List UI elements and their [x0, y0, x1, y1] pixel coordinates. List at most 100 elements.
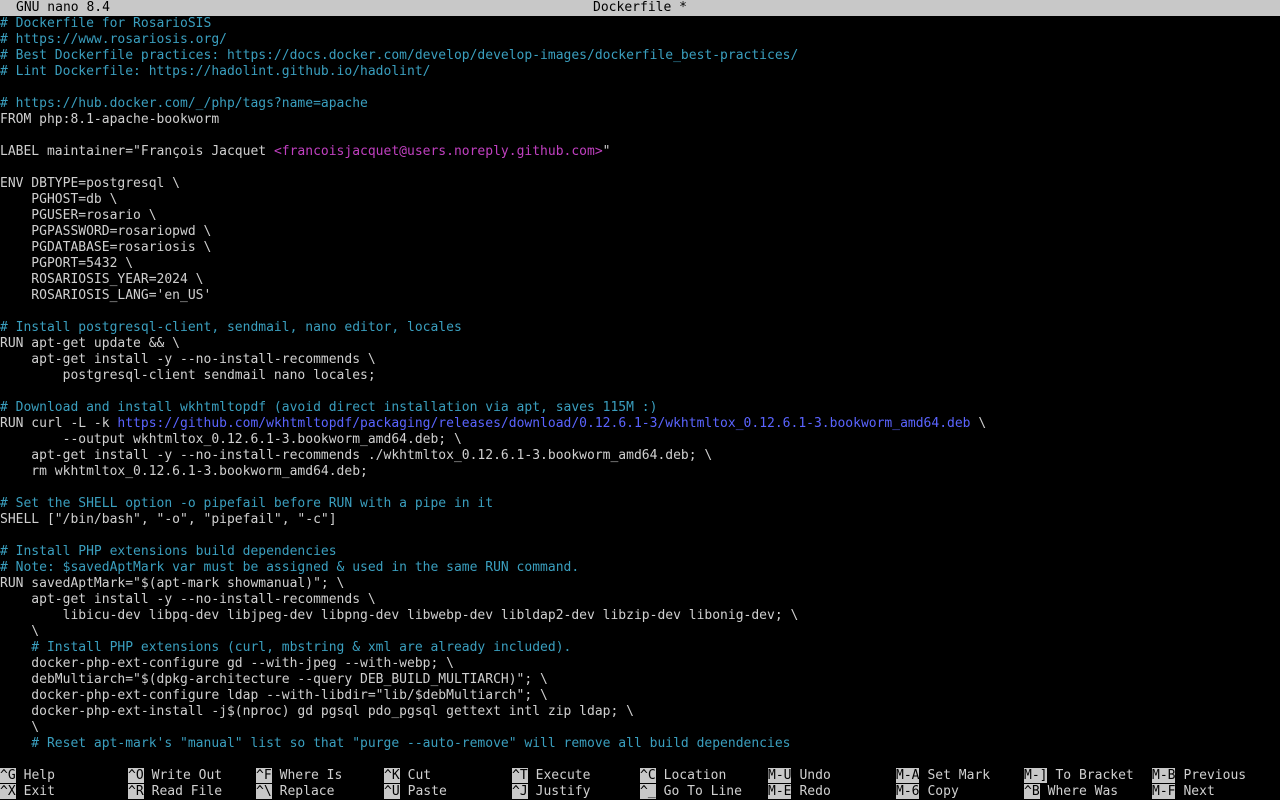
editor-line[interactable]: RUN apt-get update && \ — [0, 336, 1280, 352]
email-text: <francoisjacquet@users.noreply.github.co… — [273, 144, 603, 159]
shortcut-label: Next — [1183, 784, 1215, 799]
editor-line[interactable] — [0, 752, 1280, 768]
code-text: docker-php-ext-install -j$(nproc) gd pgs… — [0, 704, 634, 719]
editor-line[interactable]: docker-php-ext-configure gd --with-jpeg … — [0, 656, 1280, 672]
editor-line[interactable]: RUN savedAptMark="$(apt-mark showmanual)… — [0, 576, 1280, 592]
shortcut-set-mark[interactable]: M-A Set Mark — [896, 768, 990, 784]
code-text: postgresql-client sendmail nano locales; — [0, 368, 376, 383]
shortcut-label: Undo — [799, 768, 831, 783]
shortcut-label: Execute — [535, 768, 591, 783]
editor-line[interactable]: # Install PHP extensions build dependenc… — [0, 544, 1280, 560]
code-text: rm wkhtmltox_0.12.6.1-3.bookworm_amd64.d… — [0, 464, 368, 479]
editor-line[interactable]: postgresql-client sendmail nano locales; — [0, 368, 1280, 384]
editor-line[interactable] — [0, 384, 1280, 400]
shortcut-copy[interactable]: M-6 Copy — [896, 784, 959, 800]
url-text: https://github.com/wkhtmltopdf/packaging… — [117, 416, 971, 431]
code-text: PGDATABASE=rosariosis \ — [0, 240, 212, 255]
editor-line[interactable]: # Best Dockerfile practices: https://doc… — [0, 48, 1280, 64]
editor-line[interactable]: LABEL maintainer="François Jacquet <fran… — [0, 144, 1280, 160]
editor-line[interactable]: libicu-dev libpq-dev libjpeg-dev libpng-… — [0, 608, 1280, 624]
editor-line[interactable]: \ — [0, 624, 1280, 640]
shortcut-cut[interactable]: ^K Cut — [384, 768, 431, 784]
editor-line[interactable]: ROSARIOSIS_LANG='en_US' — [0, 288, 1280, 304]
editor-line[interactable] — [0, 528, 1280, 544]
shortcut-write-out[interactable]: ^O Write Out — [128, 768, 222, 784]
shortcut-replace[interactable]: ^\ Replace — [256, 784, 334, 800]
shortcut-where-was[interactable]: ^B Where Was — [1024, 784, 1118, 800]
shortcut-redo[interactable]: M-E Redo — [768, 784, 831, 800]
editor-line[interactable]: # Reset apt-mark's "manual" list so that… — [0, 736, 1280, 752]
shortcut-label: Where Was — [1047, 784, 1119, 799]
code-text: PGUSER=rosario \ — [0, 208, 157, 223]
editor-line[interactable]: ROSARIOSIS_YEAR=2024 \ — [0, 272, 1280, 288]
editor-line[interactable]: SHELL ["/bin/bash", "-o", "pipefail", "-… — [0, 512, 1280, 528]
editor-line[interactable]: apt-get install -y --no-install-recommen… — [0, 448, 1280, 464]
editor-line[interactable]: PGDATABASE=rosariosis \ — [0, 240, 1280, 256]
editor-line[interactable]: \ — [0, 720, 1280, 736]
title-bar: GNU nano 8.4 Dockerfile * — [0, 0, 1280, 16]
editor-line[interactable] — [0, 480, 1280, 496]
editor-line[interactable]: apt-get install -y --no-install-recommen… — [0, 352, 1280, 368]
editor-line[interactable]: apt-get install -y --no-install-recommen… — [0, 592, 1280, 608]
shortcut-go-to-line[interactable]: ^_ Go To Line — [640, 784, 742, 800]
shortcut-key: M-U — [768, 768, 792, 783]
shortcut-key: M-A — [896, 768, 920, 783]
editor-line[interactable]: PGHOST=db \ — [0, 192, 1280, 208]
editor-line[interactable] — [0, 80, 1280, 96]
code-text: SHELL ["/bin/bash", "-o", "pipefail", "-… — [0, 512, 337, 527]
editor-line[interactable]: # Install PHP extensions (curl, mbstring… — [0, 640, 1280, 656]
editor-line[interactable]: # Note: $savedAptMark var must be assign… — [0, 560, 1280, 576]
shortcut-next[interactable]: M-F Next — [1152, 784, 1215, 800]
shortcut-key: ^J — [512, 784, 528, 799]
shortcut-to-bracket[interactable]: M-] To Bracket — [1024, 768, 1134, 784]
editor-line[interactable]: PGUSER=rosario \ — [0, 208, 1280, 224]
editor-line[interactable]: rm wkhtmltox_0.12.6.1-3.bookworm_amd64.d… — [0, 464, 1280, 480]
comment-text: # Dockerfile for RosarioSIS — [0, 16, 212, 31]
shortcut-help[interactable]: ^G Help — [0, 768, 55, 784]
editor-line[interactable]: # Dockerfile for RosarioSIS — [0, 16, 1280, 32]
editor-text-area[interactable]: # Dockerfile for RosarioSIS # https://www… — [0, 16, 1280, 768]
shortcut-exit[interactable]: ^X Exit — [0, 784, 55, 800]
shortcut-key: ^_ — [640, 784, 656, 799]
shortcut-label: Set Mark — [927, 768, 991, 783]
editor-line[interactable]: # Install postgresql-client, sendmail, n… — [0, 320, 1280, 336]
shortcut-label: Justify — [535, 784, 591, 799]
shortcut-where-is[interactable]: ^F Where Is — [256, 768, 342, 784]
editor-line[interactable]: PGPASSWORD=rosariopwd \ — [0, 224, 1280, 240]
shortcut-key: ^F — [256, 768, 272, 783]
shortcut-location[interactable]: ^C Location — [640, 768, 726, 784]
shortcut-read-file[interactable]: ^R Read File — [128, 784, 222, 800]
editor-line[interactable]: debMultiarch="$(dpkg-architecture --quer… — [0, 672, 1280, 688]
code-text: PGHOST=db \ — [0, 192, 118, 207]
editor-line[interactable] — [0, 304, 1280, 320]
editor-line[interactable] — [0, 160, 1280, 176]
editor-line[interactable]: --output wkhtmltox_0.12.6.1-3.bookworm_a… — [0, 432, 1280, 448]
comment-text: # https://hub.docker.com/_/php/tags?name… — [0, 96, 368, 111]
shortcut-previous[interactable]: M-B Previous — [1152, 768, 1246, 784]
shortcut-key: M-F — [1152, 784, 1176, 799]
shortcut-paste[interactable]: ^U Paste — [384, 784, 447, 800]
shortcut-key: ^R — [128, 784, 144, 799]
shortcut-key: ^K — [384, 768, 400, 783]
editor-line[interactable]: # Lint Dockerfile: https://hadolint.gith… — [0, 64, 1280, 80]
shortcut-execute[interactable]: ^T Execute — [512, 768, 590, 784]
shortcut-key: M-6 — [896, 784, 920, 799]
editor-line[interactable] — [0, 128, 1280, 144]
editor-line[interactable]: docker-php-ext-install -j$(nproc) gd pgs… — [0, 704, 1280, 720]
editor-line[interactable]: # Download and install wkhtmltopdf (avoi… — [0, 400, 1280, 416]
shortcut-label: Location — [663, 768, 727, 783]
code-text: ROSARIOSIS_YEAR=2024 \ — [0, 272, 204, 287]
editor-line[interactable]: docker-php-ext-configure ldap --with-lib… — [0, 688, 1280, 704]
editor-line[interactable]: # https://www.rosariosis.org/ — [0, 32, 1280, 48]
editor-line[interactable]: FROM php:8.1-apache-bookworm — [0, 112, 1280, 128]
code-text: LABEL maintainer="François Jacquet — [0, 144, 274, 159]
editor-line[interactable]: ENV DBTYPE=postgresql \ — [0, 176, 1280, 192]
code-text: --output wkhtmltox_0.12.6.1-3.bookworm_a… — [0, 432, 462, 447]
editor-line[interactable]: # Set the SHELL option -o pipefail befor… — [0, 496, 1280, 512]
editor-line[interactable]: PGPORT=5432 \ — [0, 256, 1280, 272]
editor-line[interactable]: RUN curl -L -k https://github.com/wkhtml… — [0, 416, 1280, 432]
editor-line[interactable]: # https://hub.docker.com/_/php/tags?name… — [0, 96, 1280, 112]
shortcut-undo[interactable]: M-U Undo — [768, 768, 831, 784]
shortcut-justify[interactable]: ^J Justify — [512, 784, 590, 800]
comment-text: # Install postgresql-client, sendmail, n… — [0, 320, 462, 335]
